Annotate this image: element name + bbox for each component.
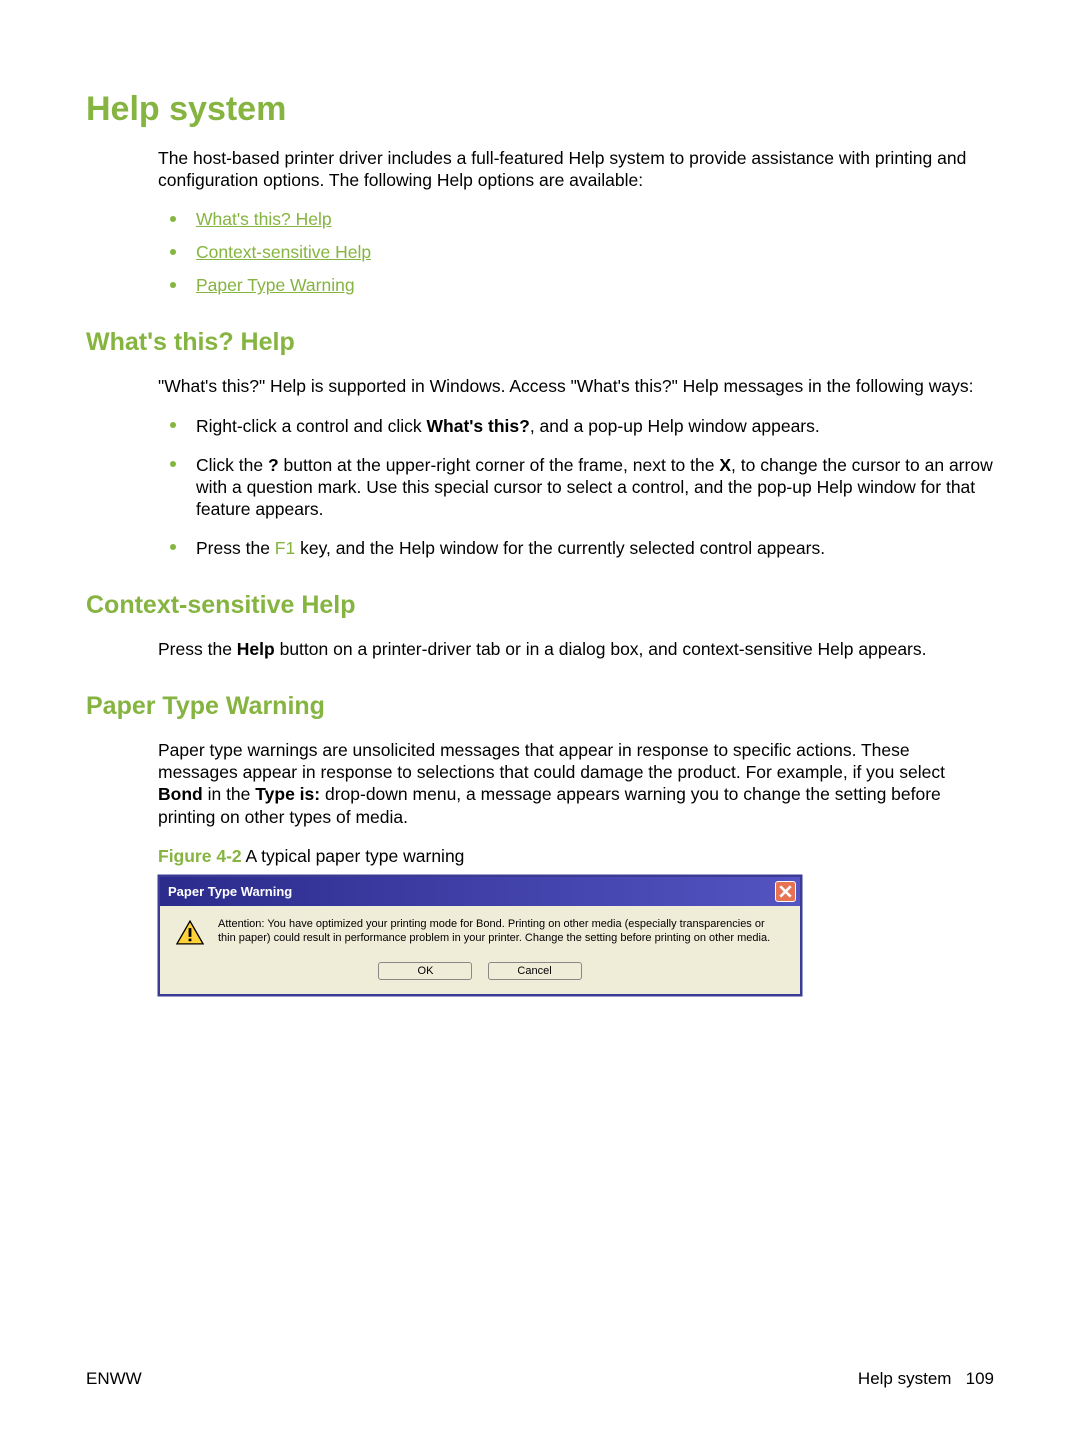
warning-icon xyxy=(176,920,204,945)
bold-text: Bond xyxy=(158,784,203,804)
cancel-button[interactable]: Cancel xyxy=(488,962,582,980)
list-item: Click the ? button at the upper-right co… xyxy=(158,454,994,521)
toc-link-list: What's this? Help Context-sensitive Help… xyxy=(158,209,994,296)
whats-this-steps: Right-click a control and click What's t… xyxy=(158,415,994,559)
footer-left: ENWW xyxy=(86,1369,142,1389)
footer-section-label: Help system xyxy=(858,1369,952,1388)
bullet-icon xyxy=(170,461,176,467)
list-item: Press the F1 key, and the Help window fo… xyxy=(158,537,994,559)
bold-text: Help xyxy=(237,639,275,659)
text: key, and the Help window for the current… xyxy=(295,538,825,558)
link-context-sensitive-help[interactable]: Context-sensitive Help xyxy=(196,242,371,262)
list-item: What's this? Help xyxy=(158,209,994,230)
text: Right-click a control and click xyxy=(196,416,427,436)
text: button at the upper-right corner of the … xyxy=(279,455,720,475)
page-footer: ENWW Help system 109 xyxy=(86,1369,994,1389)
figure-label: Figure 4-2 xyxy=(158,846,242,866)
bullet-icon xyxy=(170,249,176,255)
dialog-title: Paper Type Warning xyxy=(168,884,292,899)
text: in the xyxy=(203,784,256,804)
list-item: Right-click a control and click What's t… xyxy=(158,415,994,437)
page-title: Help system xyxy=(86,90,994,129)
bullet-icon xyxy=(170,216,176,222)
list-item: Context-sensitive Help xyxy=(158,242,994,263)
section-heading-whats-this: What's this? Help xyxy=(86,328,994,357)
bullet-icon xyxy=(170,544,176,550)
document-page: Help system The host-based printer drive… xyxy=(0,0,1080,1437)
dialog-button-row: OK Cancel xyxy=(176,962,784,980)
bold-text: X xyxy=(719,455,731,475)
text: button on a printer-driver tab or in a d… xyxy=(275,639,927,659)
bullet-icon xyxy=(170,282,176,288)
page-number: 109 xyxy=(966,1369,994,1388)
text: Press the xyxy=(158,639,237,659)
footer-right: Help system 109 xyxy=(858,1369,994,1389)
intro-paragraph: The host-based printer driver includes a… xyxy=(158,147,994,192)
bullet-icon xyxy=(170,422,176,428)
bold-text: Type is: xyxy=(255,784,320,804)
dialog-body: Attention: You have optimized your print… xyxy=(160,906,800,994)
section-body: Paper type warnings are unsolicited mess… xyxy=(158,739,994,829)
list-item: Paper Type Warning xyxy=(158,275,994,296)
link-whats-this-help[interactable]: What's this? Help xyxy=(196,209,332,229)
bold-text: What's this? xyxy=(427,416,530,436)
section-heading-paper-type-warning: Paper Type Warning xyxy=(86,692,994,721)
bold-text: ? xyxy=(268,455,279,475)
text: Paper type warnings are unsolicited mess… xyxy=(158,740,945,782)
figure-caption-text: A typical paper type warning xyxy=(242,846,465,866)
dialog-titlebar: Paper Type Warning xyxy=(160,877,800,906)
text: Click the xyxy=(196,455,268,475)
section-body: Press the Help button on a printer-drive… xyxy=(158,638,994,660)
ok-button[interactable]: OK xyxy=(378,962,472,980)
paper-type-warning-dialog: Paper Type Warning Attention: You have o… xyxy=(158,875,802,996)
text: Press the xyxy=(196,538,275,558)
close-button[interactable] xyxy=(775,881,796,902)
text: , and a pop-up Help window appears. xyxy=(530,416,820,436)
section-heading-context-sensitive: Context-sensitive Help xyxy=(86,591,994,620)
dialog-message: Attention: You have optimized your print… xyxy=(218,918,784,946)
close-icon xyxy=(779,885,792,898)
figure-caption: Figure 4-2 A typical paper type warning xyxy=(158,846,994,867)
dialog-content-row: Attention: You have optimized your print… xyxy=(176,918,784,946)
f1-key-label: F1 xyxy=(275,538,295,558)
link-paper-type-warning[interactable]: Paper Type Warning xyxy=(196,275,355,295)
section-intro: "What's this?" Help is supported in Wind… xyxy=(158,375,994,397)
